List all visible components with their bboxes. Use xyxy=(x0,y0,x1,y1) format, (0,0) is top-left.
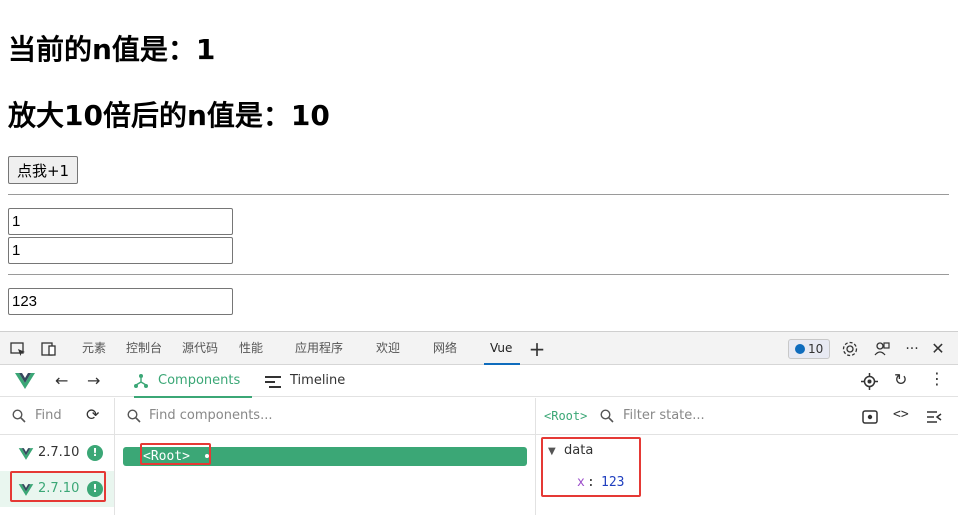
collapse-icon[interactable] xyxy=(926,409,942,428)
menu-dots-icon[interactable]: ⋮ xyxy=(929,369,945,388)
filter-state-placeholder: Filter state... xyxy=(623,408,705,423)
state-component-label: <Root> xyxy=(544,409,588,423)
highlight-box xyxy=(541,437,641,497)
inspect-icon[interactable] xyxy=(9,340,27,358)
eye-icon[interactable] xyxy=(862,409,878,428)
timeline-icon xyxy=(265,374,281,393)
tab-timeline[interactable]: Timeline xyxy=(290,366,345,397)
search-icon xyxy=(127,408,141,427)
tab-welcome[interactable]: 欢迎 xyxy=(376,332,400,365)
divider xyxy=(8,274,949,275)
apps-pane: Find ⟳ 2.7.10 ! 2.7.10 ! xyxy=(0,398,115,515)
vue-toolbar: ← → Components Timeline ↻ ⋮ xyxy=(0,366,958,398)
devtools-panel: 元素 控制台 源代码 性能 应用程序 欢迎 网络 Vue + 10 ··· ✕ … xyxy=(0,331,958,515)
tab-sources[interactable]: 源代码 xyxy=(182,332,218,365)
code-icon[interactable]: <> xyxy=(893,407,909,422)
component-search[interactable]: Find components... xyxy=(115,398,535,435)
app-search[interactable]: Find ⟳ xyxy=(0,398,114,435)
vue-logo-icon xyxy=(18,446,34,465)
settings-icon[interactable] xyxy=(841,340,859,358)
divider xyxy=(8,194,949,195)
magnified-n-heading: 放大10倍后的n值是：10 xyxy=(8,99,330,132)
vue-logo-icon xyxy=(14,372,36,394)
tab-elements[interactable]: 元素 xyxy=(82,332,106,365)
refresh-icon[interactable]: ↻ xyxy=(894,370,907,389)
tab-network[interactable]: 网络 xyxy=(433,332,457,365)
target-icon[interactable] xyxy=(861,373,878,394)
issues-badge[interactable]: 10 xyxy=(788,339,830,359)
n-input-2[interactable] xyxy=(8,237,233,264)
increment-button[interactable]: 点我+1 xyxy=(8,156,78,184)
warning-icon: ! xyxy=(87,445,103,461)
state-pane: <Root> Filter state... <> ▼ data x : 123 xyxy=(536,398,958,515)
find-placeholder: Find xyxy=(35,408,62,423)
tab-vue[interactable]: Vue xyxy=(483,332,521,365)
tab-performance[interactable]: 性能 xyxy=(239,332,263,365)
sync-icon[interactable]: ⟳ xyxy=(86,405,99,424)
forward-arrow-icon[interactable]: → xyxy=(87,371,100,390)
search-icon xyxy=(600,408,614,427)
add-tab-icon[interactable]: + xyxy=(528,339,546,359)
device-icon[interactable] xyxy=(40,340,58,358)
tab-console[interactable]: 控制台 xyxy=(126,332,162,365)
back-arrow-icon[interactable]: ← xyxy=(55,371,68,390)
people-icon[interactable] xyxy=(873,340,891,358)
state-search[interactable]: <Root> Filter state... <> xyxy=(536,398,958,435)
n-input-1[interactable] xyxy=(8,208,233,235)
tab-application[interactable]: 应用程序 xyxy=(295,332,343,365)
message-icon xyxy=(795,344,805,354)
current-n-heading: 当前的n值是：1 xyxy=(8,33,216,66)
tab-components[interactable]: Components xyxy=(133,366,253,398)
version-label: 2.7.10 xyxy=(38,445,80,460)
search-icon xyxy=(12,408,26,427)
highlight-box xyxy=(10,471,106,502)
page-content: 当前的n值是：1 放大10倍后的n值是：10 点我+1 xyxy=(0,0,958,331)
components-icon xyxy=(133,373,149,393)
find-components-placeholder: Find components... xyxy=(149,408,273,423)
x-input[interactable] xyxy=(8,288,233,315)
highlight-box xyxy=(140,443,211,465)
devtools-tab-bar: 元素 控制台 源代码 性能 应用程序 欢迎 网络 Vue + 10 ··· ✕ xyxy=(0,332,958,365)
more-icon[interactable]: ··· xyxy=(903,340,921,358)
app-version-item[interactable]: 2.7.10 ! xyxy=(0,435,114,471)
close-icon[interactable]: ✕ xyxy=(929,340,947,358)
components-pane: Find components... <Root> xyxy=(115,398,536,515)
